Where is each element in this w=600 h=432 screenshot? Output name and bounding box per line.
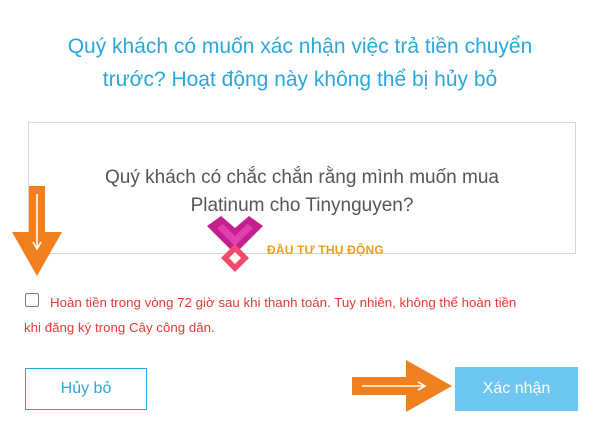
watermark: ĐẦU TƯ THỤ ĐỘNG: [205, 214, 395, 274]
watermark-logo-icon: [207, 216, 263, 272]
down-arrow-icon: [12, 186, 62, 276]
confirmation-message-line1: Quý khách có chắc chắn rằng mình muốn mu…: [105, 167, 499, 188]
confirmation-message: Quý khách có chắc chắn rằng mình muốn mu…: [29, 164, 575, 220]
cancel-button[interactable]: Hủy bỏ: [25, 368, 147, 410]
confirm-button[interactable]: Xác nhận: [455, 367, 578, 411]
dialog-title: Quý khách có muốn xác nhận việc trả tiền…: [20, 30, 580, 96]
refund-notice-line1: Hoàn tiền trong vòng 72 giờ sau khi than…: [50, 295, 517, 310]
dialog-title-line2: trước? Hoạt động này không thể bị hủy bỏ: [102, 68, 498, 91]
watermark-text: ĐẦU TƯ THỤ ĐỘNG: [267, 243, 384, 257]
refund-notice: Hoàn tiền trong vòng 72 giờ sau khi than…: [24, 290, 580, 340]
dialog-title-line1: Quý khách có muốn xác nhận việc trả tiền…: [67, 35, 533, 58]
right-arrow-icon: [352, 360, 452, 412]
refund-notice-line2: khi đăng ký trong Cây công dân.: [24, 320, 215, 335]
